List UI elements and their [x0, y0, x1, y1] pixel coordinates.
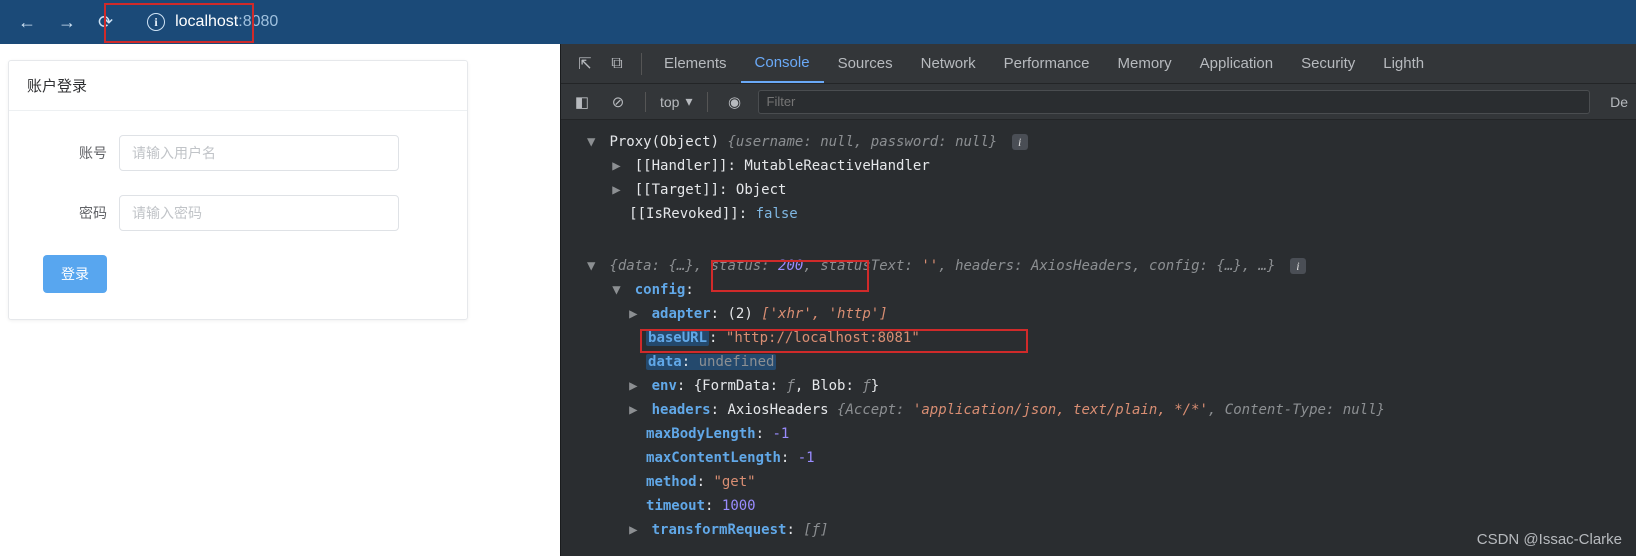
tab-memory[interactable]: Memory — [1104, 44, 1186, 83]
password-input[interactable] — [119, 195, 399, 231]
device-toggle-icon[interactable]: ⧉ — [601, 55, 633, 73]
info-badge-icon[interactable]: i — [1012, 134, 1028, 150]
tab-lighthouse[interactable]: Lighth — [1369, 44, 1438, 83]
caret-right-icon[interactable]: ▶ — [612, 178, 626, 202]
devtools-panel: ⇱ ⧉ Elements Console Sources Network Per… — [560, 44, 1636, 556]
context-label: top — [660, 94, 679, 110]
caret-down-icon[interactable]: ▼ — [587, 254, 601, 278]
tab-console[interactable]: Console — [741, 44, 824, 83]
caret-right-icon[interactable]: ▶ — [629, 398, 643, 422]
tab-application[interactable]: Application — [1186, 44, 1287, 83]
levels-label[interactable]: De — [1610, 94, 1628, 110]
divider — [641, 53, 642, 75]
tab-security[interactable]: Security — [1287, 44, 1369, 83]
browser-toolbar: ← → ⟳ i localhost:8080 — [0, 0, 1636, 44]
caret-right-icon[interactable]: ▶ — [629, 374, 643, 398]
divider — [645, 92, 646, 112]
inspect-icon[interactable]: ⇱ — [569, 54, 601, 74]
watermark: CSDN @Issac-Clarke — [1477, 531, 1622, 548]
caret-down-icon[interactable]: ▼ — [612, 278, 626, 302]
caret-down-icon[interactable]: ▼ — [587, 130, 601, 154]
card-title: 账户登录 — [9, 61, 467, 111]
sidebar-toggle-icon[interactable]: ◧ — [569, 93, 595, 111]
filter-input[interactable] — [758, 90, 1591, 114]
url-host: localhost — [175, 13, 238, 31]
caret-right-icon[interactable]: ▶ — [629, 302, 643, 326]
reload-icon[interactable]: ⟳ — [98, 12, 113, 33]
page-content: 账户登录 账号 密码 登录 — [0, 44, 560, 556]
console-output[interactable]: ▼ Proxy(Object) {username: null, passwor… — [561, 120, 1636, 556]
forward-icon[interactable]: → — [58, 12, 76, 33]
eye-icon[interactable]: ◉ — [722, 93, 748, 111]
chevron-down-icon: ▾ — [685, 93, 692, 110]
login-button[interactable]: 登录 — [43, 255, 107, 293]
back-icon[interactable]: ← — [18, 12, 36, 33]
caret-right-icon[interactable]: ▶ — [629, 518, 643, 542]
address-bar[interactable]: i localhost:8080 — [147, 13, 278, 31]
clear-console-icon[interactable]: ⊘ — [605, 93, 631, 111]
username-input[interactable] — [119, 135, 399, 171]
login-card: 账户登录 账号 密码 登录 — [8, 60, 468, 320]
context-selector[interactable]: top ▾ — [660, 93, 693, 110]
caret-right-icon[interactable]: ▶ — [612, 154, 626, 178]
password-label: 密码 — [29, 203, 119, 223]
info-icon[interactable]: i — [147, 13, 165, 31]
tab-network[interactable]: Network — [907, 44, 990, 83]
url-port: :8080 — [238, 13, 278, 31]
tab-elements[interactable]: Elements — [650, 44, 741, 83]
info-badge-icon[interactable]: i — [1290, 258, 1306, 274]
divider — [707, 92, 708, 112]
console-toolbar: ◧ ⊘ top ▾ ◉ De — [561, 84, 1636, 120]
username-label: 账号 — [29, 143, 119, 163]
tab-performance[interactable]: Performance — [990, 44, 1104, 83]
devtools-tabs: ⇱ ⧉ Elements Console Sources Network Per… — [561, 44, 1636, 84]
tab-sources[interactable]: Sources — [824, 44, 907, 83]
